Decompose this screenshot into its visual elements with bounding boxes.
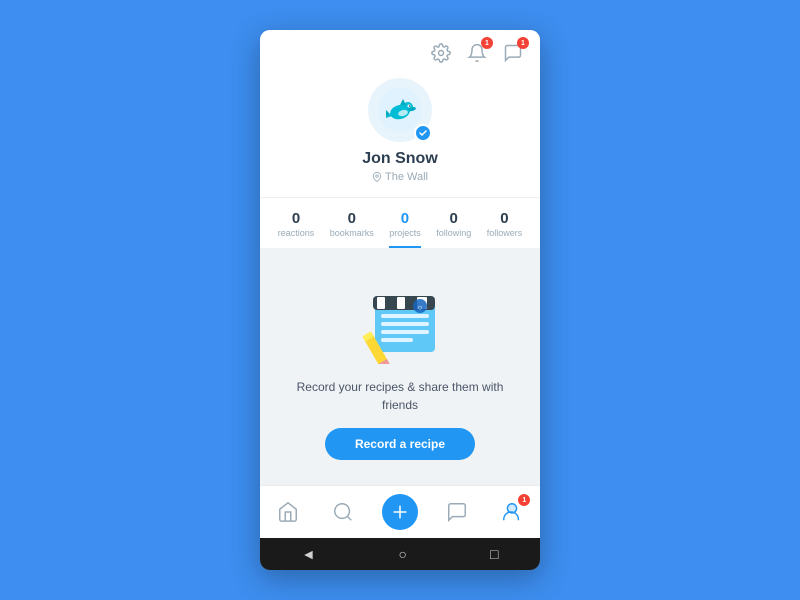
home-icon (277, 501, 299, 523)
top-section: 1 1 (260, 30, 540, 248)
profile-location: The Wall (372, 171, 428, 183)
stat-projects[interactable]: 0 projects (389, 210, 421, 248)
bookmarks-count: 0 (348, 210, 356, 227)
android-bar: ◄ ○ □ (260, 538, 540, 570)
reactions-label: reactions (278, 228, 315, 238)
nav-profile[interactable]: 1 (496, 496, 528, 528)
nav-chat[interactable] (441, 496, 473, 528)
android-recent-button[interactable]: □ (490, 546, 498, 562)
following-label: following (436, 228, 471, 238)
record-recipe-button[interactable]: Record a recipe (325, 428, 475, 460)
add-icon (389, 501, 411, 523)
phone-frame: 1 1 (260, 30, 540, 570)
profile-section: Jon Snow The Wall (260, 70, 540, 197)
nav-home[interactable] (272, 496, 304, 528)
projects-label: projects (389, 228, 421, 238)
recipe-illustration: ○ (345, 274, 455, 364)
stat-reactions[interactable]: 0 reactions (278, 210, 315, 248)
android-home-button[interactable]: ○ (398, 546, 406, 562)
messages-badge: 1 (517, 37, 529, 49)
followers-label: followers (487, 228, 523, 238)
avatar-verified-badge (414, 124, 432, 142)
followers-count: 0 (500, 210, 508, 227)
profile-nav-badge: 1 (518, 494, 530, 506)
location-icon (372, 172, 382, 182)
notifications-button[interactable]: 1 (464, 40, 490, 66)
avatar-wrapper (368, 78, 432, 142)
following-count: 0 (450, 210, 458, 227)
settings-button[interactable] (428, 40, 454, 66)
notifications-badge: 1 (481, 37, 493, 49)
dolphin-avatar-icon (378, 88, 422, 132)
check-icon (418, 128, 428, 138)
clapperboard-illustration: ○ (345, 274, 455, 364)
location-text: The Wall (385, 171, 428, 183)
header-icons: 1 1 (260, 30, 540, 70)
stat-followers[interactable]: 0 followers (487, 210, 523, 248)
stat-bookmarks[interactable]: 0 bookmarks (330, 210, 374, 248)
settings-icon (431, 43, 451, 63)
search-icon (332, 501, 354, 523)
stats-row: 0 reactions 0 bookmarks 0 projects 0 fol… (260, 197, 540, 248)
content-area: ○ Record your recipes & share them with … (260, 248, 540, 485)
stat-following[interactable]: 0 following (436, 210, 471, 248)
chat-icon (446, 501, 468, 523)
projects-count: 0 (401, 210, 409, 227)
messages-button[interactable]: 1 (500, 40, 526, 66)
bookmarks-label: bookmarks (330, 228, 374, 238)
empty-state-text: Record your recipes & share them with fr… (280, 378, 520, 414)
android-back-button[interactable]: ◄ (302, 546, 316, 562)
reactions-count: 0 (292, 210, 300, 227)
profile-name: Jon Snow (362, 150, 438, 168)
nav-add[interactable] (382, 494, 418, 530)
svg-text:○: ○ (418, 303, 423, 312)
bottom-nav: 1 (260, 485, 540, 538)
nav-search[interactable] (327, 496, 359, 528)
